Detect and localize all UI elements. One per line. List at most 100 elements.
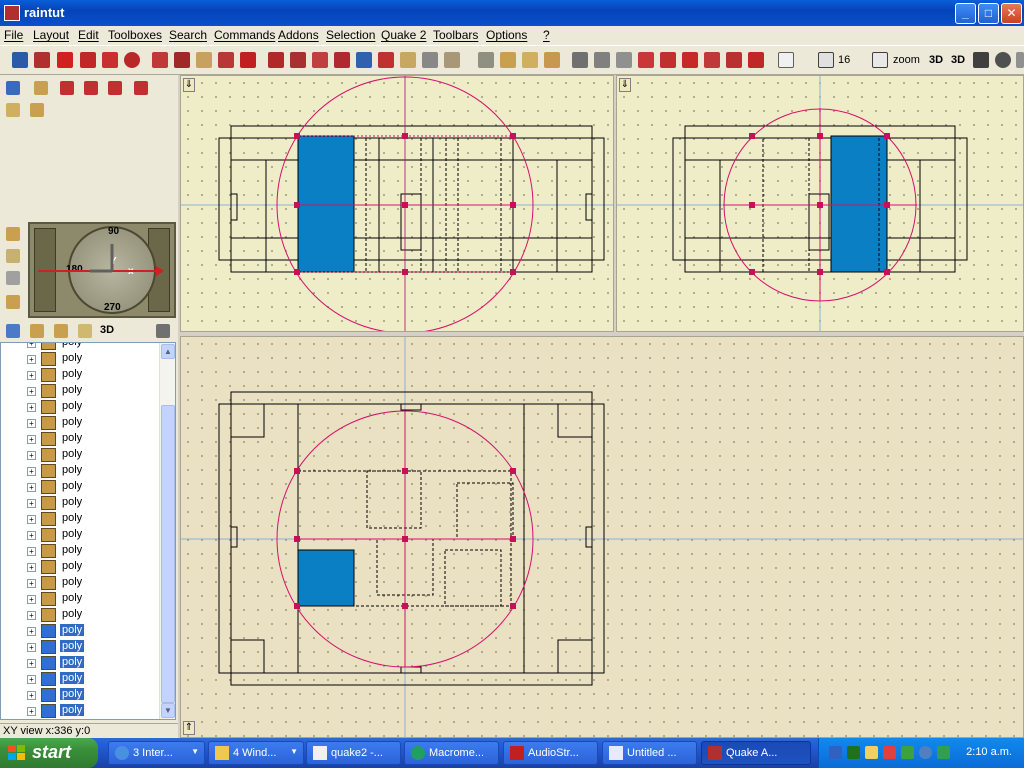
toolbox-red-a-icon[interactable]	[60, 81, 74, 95]
menu-file[interactable]: File	[4, 28, 23, 42]
menu-toolboxes[interactable]: Toolboxes	[108, 28, 162, 42]
tree-item[interactable]: + poly	[1, 623, 161, 639]
expand-icon[interactable]: +	[27, 435, 36, 444]
menu-layout[interactable]: Layout	[33, 28, 69, 42]
view-top-left[interactable]: ⇓	[180, 75, 614, 332]
brush-icon[interactable]	[174, 52, 190, 68]
tree-item[interactable]: + poly	[1, 343, 161, 351]
tray-meter-icon[interactable]	[847, 746, 860, 759]
expand-icon[interactable]: +	[27, 547, 36, 556]
grid-size-icon[interactable]	[818, 52, 834, 68]
flip-y-icon[interactable]	[660, 52, 676, 68]
menu-toolbars[interactable]: Toolbars	[433, 28, 478, 42]
document-icon[interactable]	[778, 52, 794, 68]
cube-red-icon[interactable]	[34, 52, 50, 68]
expand-icon[interactable]: +	[27, 343, 36, 348]
tree-face-icon[interactable]	[78, 324, 92, 338]
scroll-down-arrow[interactable]: ▼	[161, 703, 175, 718]
side-tool-b-icon[interactable]	[6, 249, 20, 263]
menu-addons[interactable]: Addons	[278, 28, 319, 42]
expand-icon[interactable]: +	[27, 611, 36, 620]
tree-item[interactable]: + poly	[1, 399, 161, 415]
view-bottom[interactable]: ⇑	[180, 336, 1024, 738]
texture-view-icon[interactable]	[973, 52, 989, 68]
expand-icon[interactable]: +	[27, 419, 36, 428]
expand-icon[interactable]: +	[27, 579, 36, 588]
task-quake-army-knife[interactable]: Quake A...	[701, 741, 811, 765]
expand-icon[interactable]: +	[27, 467, 36, 476]
expand-icon[interactable]: +	[27, 515, 36, 524]
tree-item[interactable]: + poly	[1, 351, 161, 367]
view-3d-button[interactable]: 3D	[929, 54, 943, 66]
scroll-thumb[interactable]	[161, 405, 175, 703]
add-icon[interactable]	[57, 52, 73, 68]
expand-icon[interactable]: +	[27, 499, 36, 508]
rotate-y-icon[interactable]	[726, 52, 742, 68]
expand-icon[interactable]: +	[27, 675, 36, 684]
light-icon[interactable]	[6, 103, 20, 117]
group-icon[interactable]	[240, 52, 256, 68]
rotate-x-icon[interactable]	[704, 52, 720, 68]
expand-icon[interactable]: +	[27, 451, 36, 460]
rotate-z-icon[interactable]	[748, 52, 764, 68]
tree-item[interactable]: + poly	[1, 447, 161, 463]
start-button[interactable]: start	[0, 738, 98, 768]
dots-icon[interactable]	[478, 52, 494, 68]
cube-icon[interactable]	[30, 103, 44, 117]
snap-icon[interactable]	[378, 52, 394, 68]
view-top-right[interactable]: ⇓	[616, 75, 1024, 332]
tree-item[interactable]: + poly	[1, 703, 161, 719]
new-brush-icon[interactable]	[12, 52, 28, 68]
grid-size-value[interactable]: 16	[838, 54, 850, 66]
view-bottom-canvas[interactable]	[181, 337, 1024, 738]
cut-icon[interactable]	[102, 52, 118, 68]
select-icon[interactable]	[356, 52, 372, 68]
tray-network-icon[interactable]	[829, 746, 842, 759]
tray-folder-icon[interactable]	[865, 746, 878, 759]
tray-app-icon[interactable]	[901, 746, 914, 759]
tree-item[interactable]: + poly	[1, 671, 161, 687]
tree-item[interactable]: + poly	[1, 431, 161, 447]
tree-settings-icon[interactable]	[156, 324, 170, 338]
tree-item[interactable]: + poly	[1, 655, 161, 671]
tree-item[interactable]: + poly	[1, 559, 161, 575]
maximize-button[interactable]: □	[978, 3, 999, 24]
side-tool-a-icon[interactable]	[6, 227, 20, 241]
menu-help[interactable]: ?	[543, 28, 550, 42]
tree-item[interactable]: + poly	[1, 415, 161, 431]
hollow-icon[interactable]	[152, 52, 168, 68]
tree-cube-icon[interactable]	[54, 324, 68, 338]
task-untitled[interactable]: Untitled ...	[602, 741, 697, 765]
tree-item[interactable]: + poly	[1, 479, 161, 495]
menu-commands[interactable]: Commands	[214, 28, 275, 42]
tree-item[interactable]: + poly	[1, 607, 161, 623]
eye-icon[interactable]	[616, 52, 632, 68]
tree-up-icon[interactable]	[30, 324, 44, 338]
toolbox-cube-icon[interactable]	[34, 81, 48, 95]
expand-icon[interactable]: +	[27, 387, 36, 396]
tree-scrollbar[interactable]: ▲ ▼	[159, 343, 175, 719]
cube-b-icon[interactable]	[522, 52, 538, 68]
menu-quake2[interactable]: Quake 2	[381, 28, 426, 42]
view-3d-alt-button[interactable]: 3D	[951, 54, 965, 66]
target-icon[interactable]	[995, 52, 1011, 68]
expand-icon[interactable]: +	[27, 371, 36, 380]
expand-icon[interactable]: +	[27, 643, 36, 652]
tray-paint-icon[interactable]	[883, 746, 896, 759]
task-internet-explorer[interactable]: 3 Inter... ▼	[108, 741, 205, 765]
book-icon[interactable]	[290, 52, 306, 68]
expand-icon[interactable]: +	[27, 707, 36, 716]
tree-item[interactable]: + poly	[1, 687, 161, 703]
tree-item[interactable]: + poly	[1, 383, 161, 399]
tree-item[interactable]: + poly	[1, 639, 161, 655]
tray-update-icon[interactable]	[919, 746, 932, 759]
stop-icon[interactable]	[124, 52, 140, 68]
toolbox-blue-icon[interactable]	[6, 81, 20, 95]
move-icon[interactable]	[1016, 52, 1024, 68]
task-quake2[interactable]: quake2 -...	[306, 741, 401, 765]
zoom-icon[interactable]	[872, 52, 888, 68]
cube-a-icon[interactable]	[500, 52, 516, 68]
tree-item[interactable]: + poly	[1, 367, 161, 383]
expand-icon[interactable]: +	[27, 355, 36, 364]
tree-3d-button[interactable]: 3D	[100, 324, 114, 336]
